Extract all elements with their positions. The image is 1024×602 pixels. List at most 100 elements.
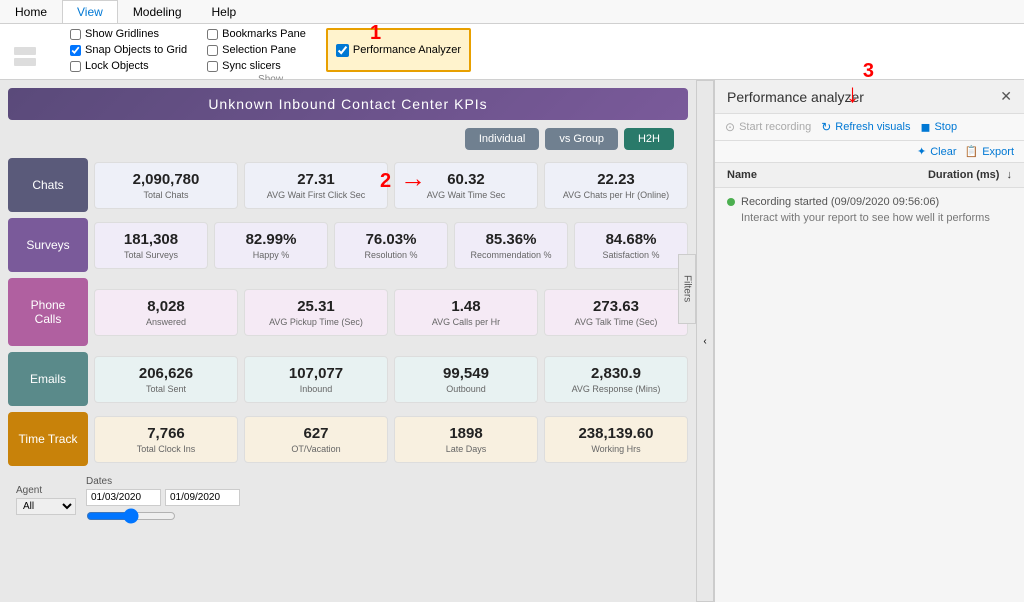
refresh-visuals-label: Refresh visuals: [835, 121, 910, 133]
refresh-visuals-button[interactable]: ↻ Refresh visuals: [821, 120, 910, 134]
metric-card: 82.99%Happy %: [214, 222, 328, 269]
emails-section: Emails 206,626Total Sent 107,077Inbound …: [8, 352, 688, 406]
metric-card: 85.36%Recommendation %: [454, 222, 568, 269]
dashboard-title: Unknown Inbound Contact Center KPIs: [8, 88, 688, 120]
metric-card: 22.23AVG Chats per Hr (Online): [544, 162, 688, 209]
metric-card: 2,090,780Total Chats: [94, 162, 238, 209]
metric-card: 99,549Outbound: [394, 356, 538, 403]
perf-toolbar-row1: ⊙ Start recording ↻ Refresh visuals ◼ St…: [715, 114, 1024, 141]
collapse-panel-button[interactable]: ‹: [696, 80, 714, 602]
show-gridlines-checkbox[interactable]: Show Gridlines: [70, 28, 187, 40]
chats-label: Chats: [8, 158, 88, 212]
metric-card: 25.31AVG Pickup Time (Sec): [244, 289, 388, 336]
surveys-label: Surveys: [8, 218, 88, 272]
phone-section: Phone Calls 8,028Answered 25.31AVG Picku…: [8, 278, 688, 346]
tab-home[interactable]: Home: [0, 0, 62, 23]
start-recording-label: Start recording: [739, 121, 811, 133]
stop-label: Stop: [934, 121, 957, 133]
metric-card: 7,766Total Clock Ins: [94, 416, 238, 463]
metric-card: 84.68%Satisfaction %: [574, 222, 688, 269]
sync-slicers-checkbox[interactable]: Sync slicers: [207, 60, 306, 72]
metric-card: 27.31AVG Wait First Click Sec: [244, 162, 388, 209]
emails-metrics: 206,626Total Sent 107,077Inbound 99,549O…: [94, 356, 688, 403]
bookmarks-pane-checkbox[interactable]: Bookmarks Pane: [207, 28, 306, 40]
lock-objects-checkbox[interactable]: Lock Objects: [70, 60, 187, 72]
perf-panel-title: Performance analyzer: [727, 89, 864, 105]
perf-panel-close-button[interactable]: ✕: [1000, 88, 1012, 105]
date-end-input[interactable]: 01/09/2020: [165, 489, 240, 506]
performance-analyzer-panel: Performance analyzer ✕ ⊙ Start recording…: [714, 80, 1024, 602]
snap-objects-input[interactable]: [70, 45, 81, 56]
filters-tab[interactable]: Filters: [678, 254, 696, 324]
filter-h2h-button[interactable]: H2H: [624, 128, 674, 150]
export-button[interactable]: 📋 Export: [965, 145, 1015, 158]
recording-info-text: Recording started (09/09/2020 09:56:06): [741, 196, 939, 208]
perf-table-content: Recording started (09/09/2020 09:56:06) …: [715, 188, 1024, 602]
selection-pane-checkbox[interactable]: Selection Pane: [207, 44, 306, 56]
metric-card: 107,077Inbound: [244, 356, 388, 403]
metric-card: 181,308Total Surveys: [94, 222, 208, 269]
ribbon: Home View Modeling Help Show Gridlines S…: [0, 0, 1024, 80]
snap-objects-checkbox[interactable]: Snap Objects to Grid: [70, 44, 187, 56]
bookmarks-pane-input[interactable]: [207, 29, 218, 40]
surveys-metrics: 181,308Total Surveys 82.99%Happy % 76.03…: [94, 222, 688, 269]
phone-metrics: 8,028Answered 25.31AVG Pickup Time (Sec)…: [94, 289, 688, 336]
sync-slicers-input[interactable]: [207, 61, 218, 72]
filter-vsgroup-button[interactable]: vs Group: [545, 128, 618, 150]
dates-inputs: 01/03/2020 01/09/2020: [86, 489, 240, 506]
show-gridlines-input[interactable]: [70, 29, 81, 40]
agent-label: Agent: [16, 485, 76, 496]
agent-dropdown[interactable]: All: [16, 498, 76, 515]
timetrack-metrics: 7,766Total Clock Ins 627OT/Vacation 1898…: [94, 416, 688, 463]
selection-pane-input[interactable]: [207, 45, 218, 56]
metric-card: 1.48AVG Calls per Hr: [394, 289, 538, 336]
dash-content: Unknown Inbound Contact Center KPIs Indi…: [0, 80, 696, 602]
tab-view[interactable]: View: [62, 0, 118, 23]
start-recording-button[interactable]: ⊙ Start recording: [725, 120, 811, 134]
clear-label: Clear: [930, 146, 956, 158]
date-start-input[interactable]: 01/03/2020: [86, 489, 161, 506]
metric-card: 2,830.9AVG Response (Mins): [544, 356, 688, 403]
chats-metrics: 2,090,780Total Chats 27.31AVG Wait First…: [94, 162, 688, 209]
sort-icon: ↓: [1007, 169, 1013, 181]
metric-card: 627OT/Vacation: [244, 416, 388, 463]
dates-label: Dates: [86, 476, 240, 487]
stop-button[interactable]: ◼ Stop: [920, 120, 957, 134]
export-label: Export: [982, 146, 1014, 158]
bottom-controls: Agent All Dates 01/03/2020 01/09/2020: [8, 472, 688, 528]
metric-card: 76.03%Resolution %: [334, 222, 448, 269]
surveys-section: Surveys 181,308Total Surveys 82.99%Happy…: [8, 218, 688, 272]
refresh-icon: ↻: [821, 120, 831, 134]
recording-dot: [727, 198, 735, 206]
clear-icon: ✦: [917, 145, 926, 158]
record-icon: ⊙: [725, 120, 735, 134]
metric-card: 273.63AVG Talk Time (Sec): [544, 289, 688, 336]
perf-panel-header: Performance analyzer ✕: [715, 80, 1024, 114]
date-range-slider[interactable]: [86, 508, 176, 524]
date-slider-container: [86, 508, 240, 524]
lock-objects-input[interactable]: [70, 61, 81, 72]
stop-icon: ◼: [920, 120, 930, 134]
performance-analyzer-button[interactable]: Performance Analyzer: [326, 28, 471, 72]
filter-row: Individual vs Group H2H: [8, 128, 688, 150]
col-name-header: Name: [727, 169, 757, 181]
tab-help[interactable]: Help: [197, 0, 252, 23]
export-icon: 📋: [965, 145, 979, 158]
timetrack-section: Time Track 7,766Total Clock Ins 627OT/Va…: [8, 412, 688, 466]
phone-label: Phone Calls: [8, 278, 88, 346]
clear-button[interactable]: ✦ Clear: [917, 145, 957, 158]
perf-table-header: Name Duration (ms) ↓: [715, 163, 1024, 188]
chats-section: Chats 2,090,780Total Chats 27.31AVG Wait…: [8, 158, 688, 212]
col-duration-header: Duration (ms) ↓: [928, 169, 1012, 181]
agent-control: Agent All: [16, 485, 76, 515]
perf-analyzer-checkbox[interactable]: [336, 44, 349, 57]
filter-individual-button[interactable]: Individual: [465, 128, 539, 150]
tab-modeling[interactable]: Modeling: [118, 0, 197, 23]
interact-hint-text: Interact with your report to see how wel…: [741, 212, 1012, 224]
dates-control: Dates 01/03/2020 01/09/2020: [86, 476, 240, 524]
dashboard: Unknown Inbound Contact Center KPIs Indi…: [0, 80, 696, 602]
recording-info-row: Recording started (09/09/2020 09:56:06): [727, 196, 1012, 208]
perf-toolbar-row2: ✦ Clear 📋 Export: [715, 141, 1024, 163]
ribbon-tab-bar: Home View Modeling Help: [0, 0, 1024, 24]
metric-card: 8,028Answered: [94, 289, 238, 336]
